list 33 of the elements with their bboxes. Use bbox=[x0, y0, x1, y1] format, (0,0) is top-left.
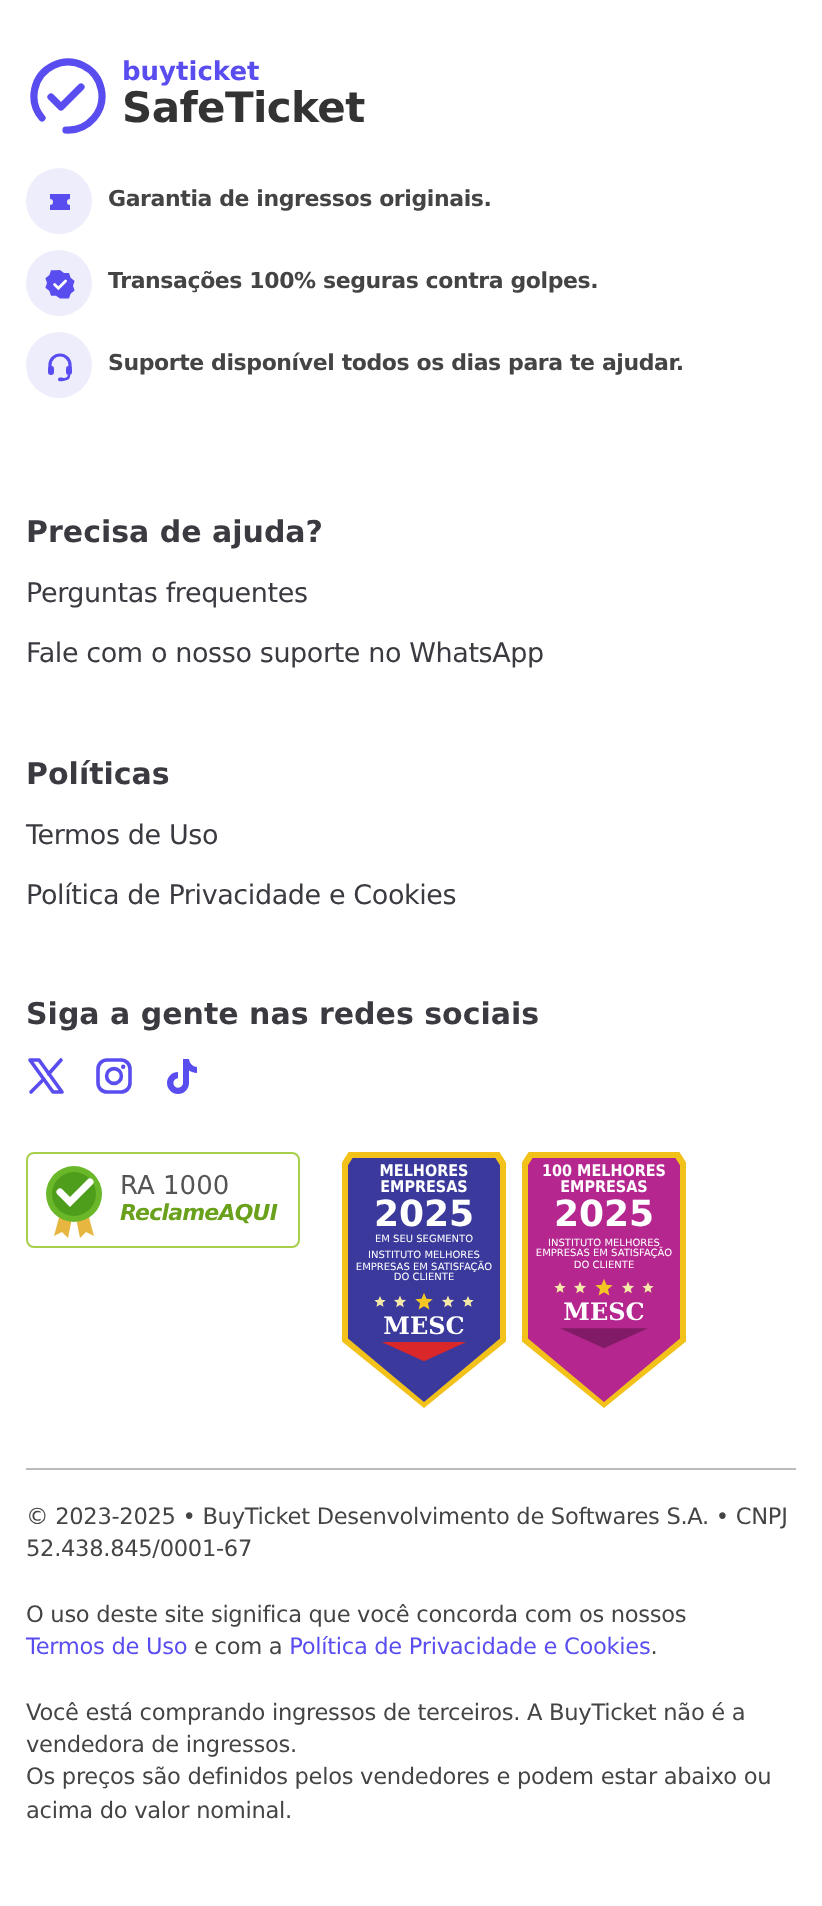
legal-link[interactable]: Termos de Uso bbox=[26, 1634, 188, 1661]
x-logo-icon[interactable] bbox=[26, 1056, 66, 1096]
copyright-text: © 2023-2025 • BuyTicket Desenvolvimento de Softwares S.A. • CNPJ 52.438.845/0001-67 bbox=[26, 1502, 790, 1567]
badge-logo-text: MESC bbox=[563, 1300, 645, 1325]
badge-title: 100 MELHORES EMPRESAS bbox=[540, 1164, 668, 1198]
seal-title: RA 1000 bbox=[120, 1173, 232, 1203]
music-note-icon[interactable] bbox=[162, 1056, 202, 1096]
feature-text: Suporte disponível todos os dias para te ajudar. bbox=[108, 348, 684, 381]
camera-icon[interactable] bbox=[94, 1056, 134, 1096]
badge-year: 2025 bbox=[553, 1197, 655, 1236]
section-heading: Políticas bbox=[26, 755, 172, 791]
feature-text: Transações 100% seguras contra golpes. bbox=[108, 266, 599, 299]
notice-text: Os preços são definidos pelos vendedores e podem estar abaixo ou acima do valor nominal. bbox=[26, 1762, 774, 1828]
seal-check-icon bbox=[40, 1162, 108, 1238]
headset-icon bbox=[43, 349, 75, 381]
footer-link[interactable]: Política de Privacidade e Cookies bbox=[26, 875, 457, 916]
check-circle-icon bbox=[26, 56, 106, 136]
brand-name: buyticket bbox=[122, 59, 262, 86]
badge-logo-text: MESC bbox=[383, 1313, 465, 1338]
badge-check-icon bbox=[43, 267, 75, 299]
legal-link[interactable]: Política de Privacidade e Cookies bbox=[289, 1634, 651, 1661]
seal-brand: ReclameAQUI bbox=[120, 1202, 278, 1227]
feature-text: Garantia de ingressos originais. bbox=[108, 184, 492, 217]
section-heading: Siga a gente nas redes sociais bbox=[26, 996, 542, 1032]
notice-text: Você está comprando ingressos de terceiros. A BuyTicket não é a vendedora de ingressos. bbox=[26, 1697, 748, 1762]
footer-link[interactable]: Termos de Uso bbox=[26, 815, 219, 856]
section-heading: Precisa de ajuda? bbox=[26, 514, 326, 550]
legal-text: O uso deste site significa que você concorda com os nossos Termos de Uso e com a Política de Privacidade e Cookies. bbox=[26, 1599, 689, 1665]
footer-link[interactable]: Perguntas frequentes bbox=[26, 574, 308, 615]
badge-year: 2025 bbox=[373, 1197, 475, 1236]
footer-link[interactable]: Fale com o nosso suporte no WhatsApp bbox=[26, 634, 544, 675]
badge-title: MELHORES EMPRESAS bbox=[377, 1164, 471, 1198]
product-name: SafeTicket bbox=[122, 85, 365, 133]
